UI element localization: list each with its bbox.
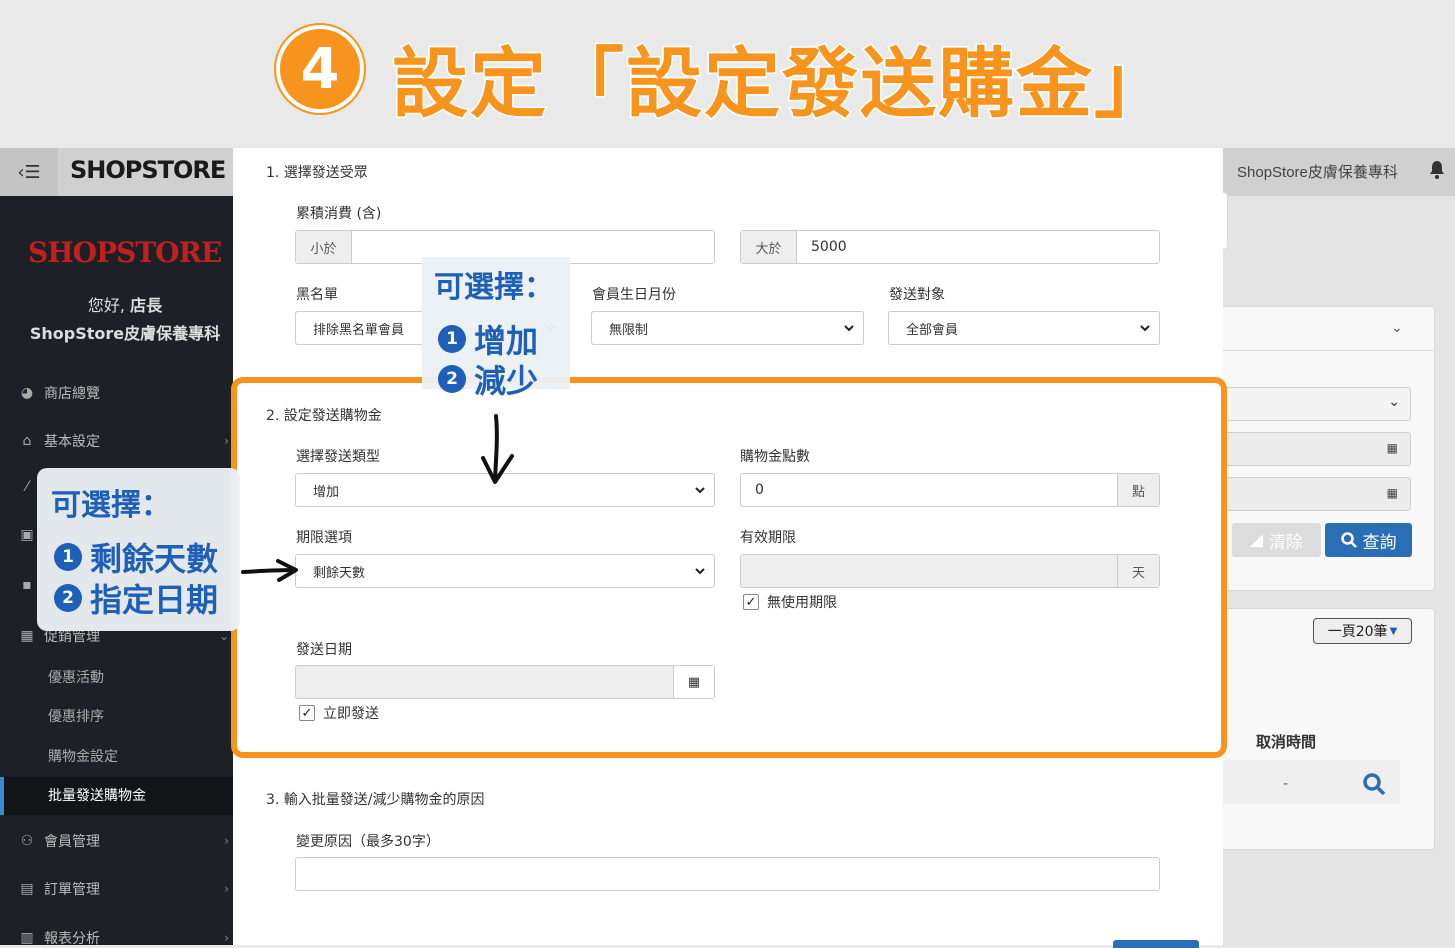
reason-input[interactable] bbox=[295, 857, 1160, 891]
callout-left-option: 2 指定日期 bbox=[54, 575, 218, 621]
greeting: 您好, 店長 bbox=[0, 292, 250, 316]
highlight-box bbox=[231, 377, 1227, 758]
greater-than-addon: 大於 bbox=[741, 231, 797, 263]
column-header-cancel-time: 取消時間 bbox=[1256, 733, 1317, 751]
sidebar-item-label: 報表分析 bbox=[44, 931, 100, 947]
sidebar-logo: SHOPSTORE bbox=[28, 236, 222, 269]
section3-title: 3. 輸入批量發送/減少購物金的原因 bbox=[266, 792, 485, 808]
dashboard-icon: ◕ bbox=[20, 385, 34, 401]
clear-button-label: 清除 bbox=[1269, 532, 1304, 553]
table-cell: - bbox=[1283, 776, 1289, 792]
panel-divider bbox=[1215, 350, 1435, 351]
sidebar-subitem-promo-events[interactable]: 優惠活動 bbox=[0, 659, 233, 697]
query-button-label: 查詢 bbox=[1362, 532, 1397, 553]
birthday-value: 無限制 bbox=[609, 322, 649, 338]
cart-icon: ▪ bbox=[22, 577, 32, 593]
chevron-down-icon bbox=[1140, 325, 1150, 332]
cumulative-label: 累積消費 (含) bbox=[296, 206, 382, 222]
calendar-icon: ▦ bbox=[1386, 441, 1398, 455]
blacklist-value: 排除黑名單會員 bbox=[313, 322, 405, 338]
chevron-right-icon: › bbox=[224, 882, 229, 896]
sidebar-item-label: 基本設定 bbox=[44, 434, 100, 450]
chevron-right-icon: › bbox=[224, 834, 229, 848]
background-select[interactable]: ⌄ bbox=[1225, 387, 1411, 421]
background-date-field[interactable]: ▦ bbox=[1225, 477, 1411, 511]
callout-left-title: 可選擇： bbox=[51, 488, 171, 523]
callout-option-text: 指定日期 bbox=[90, 581, 219, 619]
sidebar-item-reports[interactable]: ▥ 報表分析 › bbox=[18, 928, 233, 948]
callout-top-title: 可選擇： bbox=[434, 270, 554, 305]
sidebar-item-basic-settings[interactable]: ⌂ 基本設定 › bbox=[18, 431, 233, 451]
topbar-logo: SHOPSTORE bbox=[70, 156, 226, 184]
chevron-down-icon bbox=[844, 325, 854, 332]
sidebar-item-orders[interactable]: ▤ 訂單管理 › bbox=[18, 879, 233, 899]
sidebar-item-label: 商店總覽 bbox=[44, 386, 100, 402]
target-select[interactable]: 全部會員 bbox=[888, 311, 1160, 345]
lock-icon: ▣ bbox=[20, 527, 34, 543]
per-page-select[interactable]: 一頁20筆 ▼ bbox=[1313, 618, 1412, 644]
sidebar-subitem-credit-settings[interactable]: 購物金設定 bbox=[0, 738, 233, 776]
users-icon: ⚇ bbox=[20, 833, 34, 849]
search-icon[interactable] bbox=[1362, 772, 1386, 796]
blacklist-label: 黑名單 bbox=[296, 287, 338, 303]
chevron-right-icon: › bbox=[224, 434, 229, 448]
sidebar-subitem-promo-order[interactable]: 優惠排序 bbox=[0, 698, 233, 736]
less-than-addon: 小於 bbox=[296, 231, 352, 263]
chevron-down-icon[interactable]: ⌄ bbox=[1391, 320, 1403, 336]
caret-down-icon: ▼ bbox=[1389, 625, 1398, 637]
greater-than-input[interactable]: 大於 5000 bbox=[740, 230, 1160, 264]
greater-than-value: 5000 bbox=[811, 239, 847, 255]
sidebar-item-members[interactable]: ⚇ 會員管理 › bbox=[18, 831, 233, 851]
arrow-right-icon bbox=[241, 559, 298, 582]
chevron-down-icon: ⌄ bbox=[1388, 394, 1400, 410]
magic-icon: ⁄ bbox=[25, 479, 29, 495]
chevron-down-icon: ⌄ bbox=[218, 629, 229, 643]
number-badge: 1 bbox=[54, 543, 82, 571]
sidebar-item-store-overview[interactable]: ◕ 商店總覽 bbox=[18, 383, 233, 403]
sidebar-item-label: 會員管理 bbox=[44, 834, 100, 850]
sidebar-subitem-batch-credit[interactable]: 批量發送購物金 bbox=[0, 777, 233, 815]
search-icon bbox=[1340, 532, 1357, 548]
calendar-icon: ▦ bbox=[1386, 486, 1398, 500]
query-button[interactable]: 查詢 bbox=[1325, 523, 1412, 557]
number-badge: 1 bbox=[438, 325, 466, 353]
reason-label: 變更原因（最多30字） bbox=[296, 834, 440, 850]
eraser-icon: ◢ bbox=[1249, 530, 1264, 550]
chevron-right-icon: › bbox=[224, 931, 229, 945]
target-label: 發送對象 bbox=[889, 287, 945, 303]
per-page-label: 一頁20筆 bbox=[1327, 624, 1388, 640]
callout-option-text: 減少 bbox=[474, 362, 539, 400]
sidebar-item-label: 訂單管理 bbox=[44, 882, 100, 898]
file-icon: ▤ bbox=[20, 881, 34, 897]
callout-option-text: 剩餘天數 bbox=[90, 540, 219, 578]
step-number-badge: 4 bbox=[276, 25, 364, 113]
greeting-prefix: 您好, bbox=[87, 296, 131, 315]
bank-icon: ⌂ bbox=[22, 433, 32, 449]
arrow-down-icon bbox=[481, 414, 514, 484]
chart-icon: ▥ bbox=[20, 930, 34, 946]
number-badge: 2 bbox=[54, 584, 82, 612]
background-results-panel bbox=[1215, 608, 1435, 850]
birthday-label: 會員生日月份 bbox=[592, 287, 676, 303]
banner-title: 設定「設定發送購金」 bbox=[391, 38, 1172, 130]
target-value: 全部會員 bbox=[906, 322, 959, 338]
clear-button[interactable]: ◢ 清除 bbox=[1232, 523, 1321, 557]
birthday-month-select[interactable]: 無限制 bbox=[591, 311, 864, 345]
sidebar-shop-name: ShopStore皮膚保養專科 bbox=[29, 324, 221, 343]
background-date-field[interactable]: ▦ bbox=[1225, 432, 1411, 466]
greeting-name: 店長 bbox=[130, 296, 163, 315]
callout-left-option: 1 剩餘天數 bbox=[54, 534, 218, 580]
sidebar-toggle-button[interactable]: ‹☰ bbox=[0, 148, 58, 196]
gift-icon: ▦ bbox=[20, 628, 34, 644]
topbar-shop-name[interactable]: ShopStore皮膚保養專科 bbox=[1237, 161, 1398, 182]
bell-icon[interactable] bbox=[1428, 160, 1446, 180]
section1-title: 1. 選擇發送受眾 bbox=[266, 165, 368, 181]
callout-top-option: 2 減少 bbox=[438, 356, 538, 402]
number-badge: 2 bbox=[438, 365, 466, 393]
submit-button[interactable] bbox=[1113, 940, 1199, 948]
